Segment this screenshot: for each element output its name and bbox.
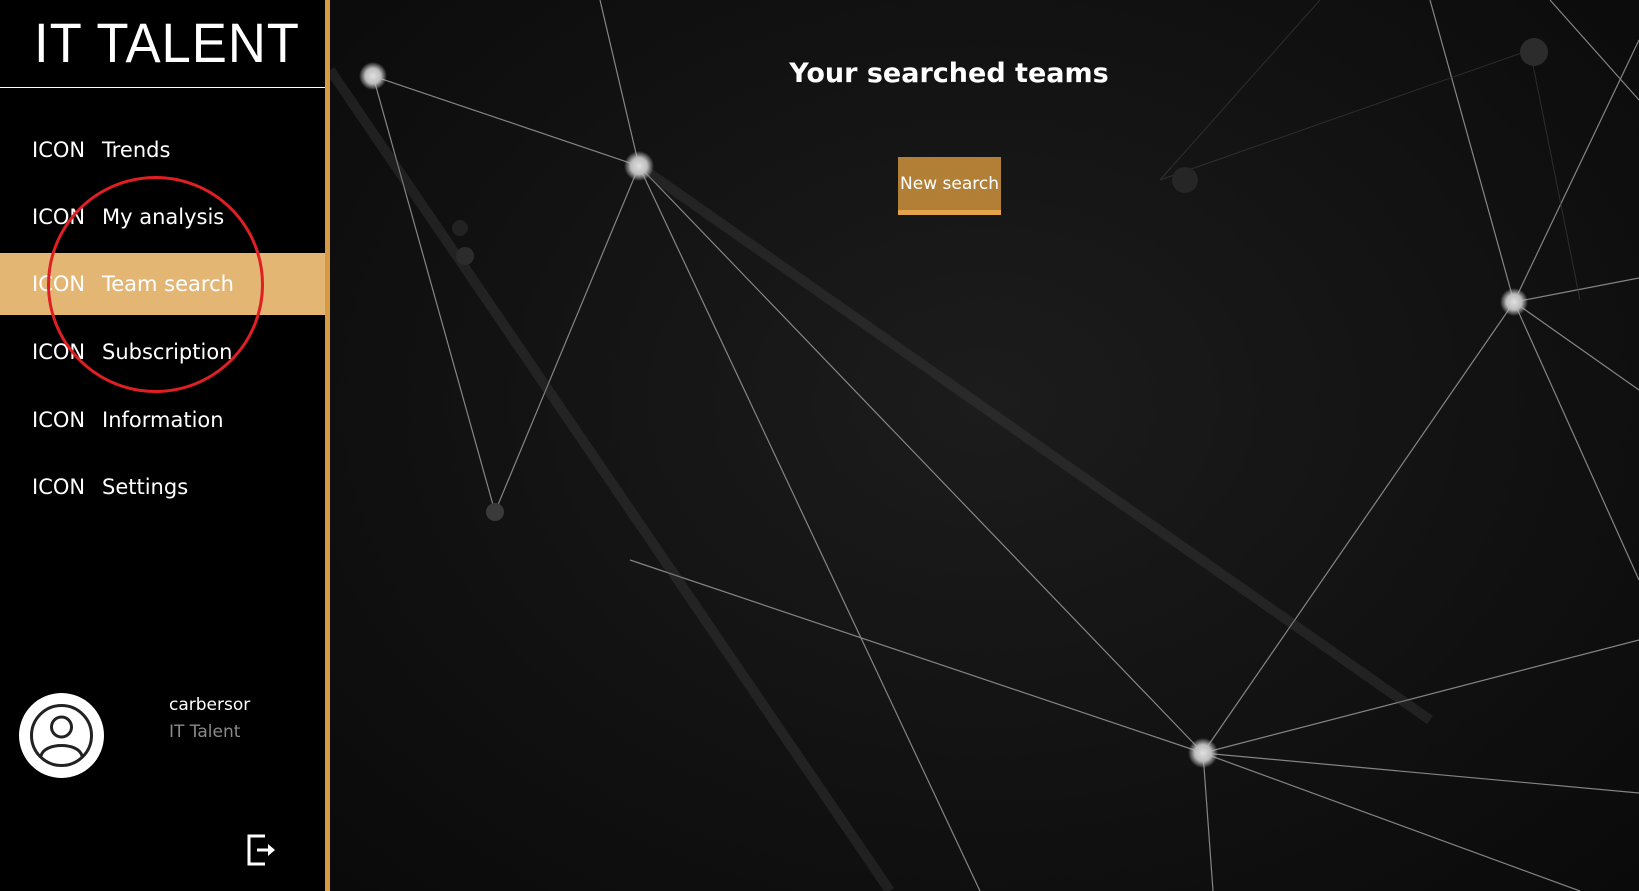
nav-item-settings[interactable]: ICON Settings <box>0 455 325 519</box>
nav-label: My analysis <box>102 205 225 229</box>
nav-icon-placeholder: ICON <box>32 272 86 296</box>
nav-icon-placeholder: ICON <box>32 408 86 432</box>
nav-item-information[interactable]: ICON Information <box>0 388 325 452</box>
nav-label: Subscription <box>102 340 233 364</box>
nav-label: Settings <box>102 475 189 499</box>
nav-item-team-search[interactable]: ICON Team search <box>0 253 325 315</box>
app-logo-title: IT TALENT <box>34 11 300 74</box>
page-title: Your searched teams <box>789 58 1109 89</box>
sidebar: IT TALENT ICON Trends ICON My analysis I… <box>0 0 325 891</box>
new-search-button[interactable]: New search <box>898 157 1001 215</box>
nav-item-trends[interactable]: ICON Trends <box>0 118 325 182</box>
nav-label: Team search <box>102 272 234 296</box>
logout-icon[interactable] <box>245 832 281 868</box>
nav-item-subscription[interactable]: ICON Subscription <box>0 320 325 384</box>
nav-icon-placeholder: ICON <box>32 205 86 229</box>
main-content: Your searched teams New search <box>330 0 1639 891</box>
nav-icon-placeholder: ICON <box>32 340 86 364</box>
organization-name: IT Talent <box>169 722 241 742</box>
nav-item-my-analysis[interactable]: ICON My analysis <box>0 185 325 249</box>
app-window: IT TALENT ICON Trends ICON My analysis I… <box>0 0 1639 891</box>
username: carbersor <box>169 695 251 715</box>
nav-label: Information <box>102 408 224 432</box>
nav-icon-placeholder: ICON <box>32 475 86 499</box>
brand-header: IT TALENT <box>0 0 325 88</box>
user-avatar-icon[interactable] <box>19 693 104 778</box>
nav-label: Trends <box>102 138 171 162</box>
nav-icon-placeholder: ICON <box>32 138 86 162</box>
network-background <box>330 0 1639 891</box>
